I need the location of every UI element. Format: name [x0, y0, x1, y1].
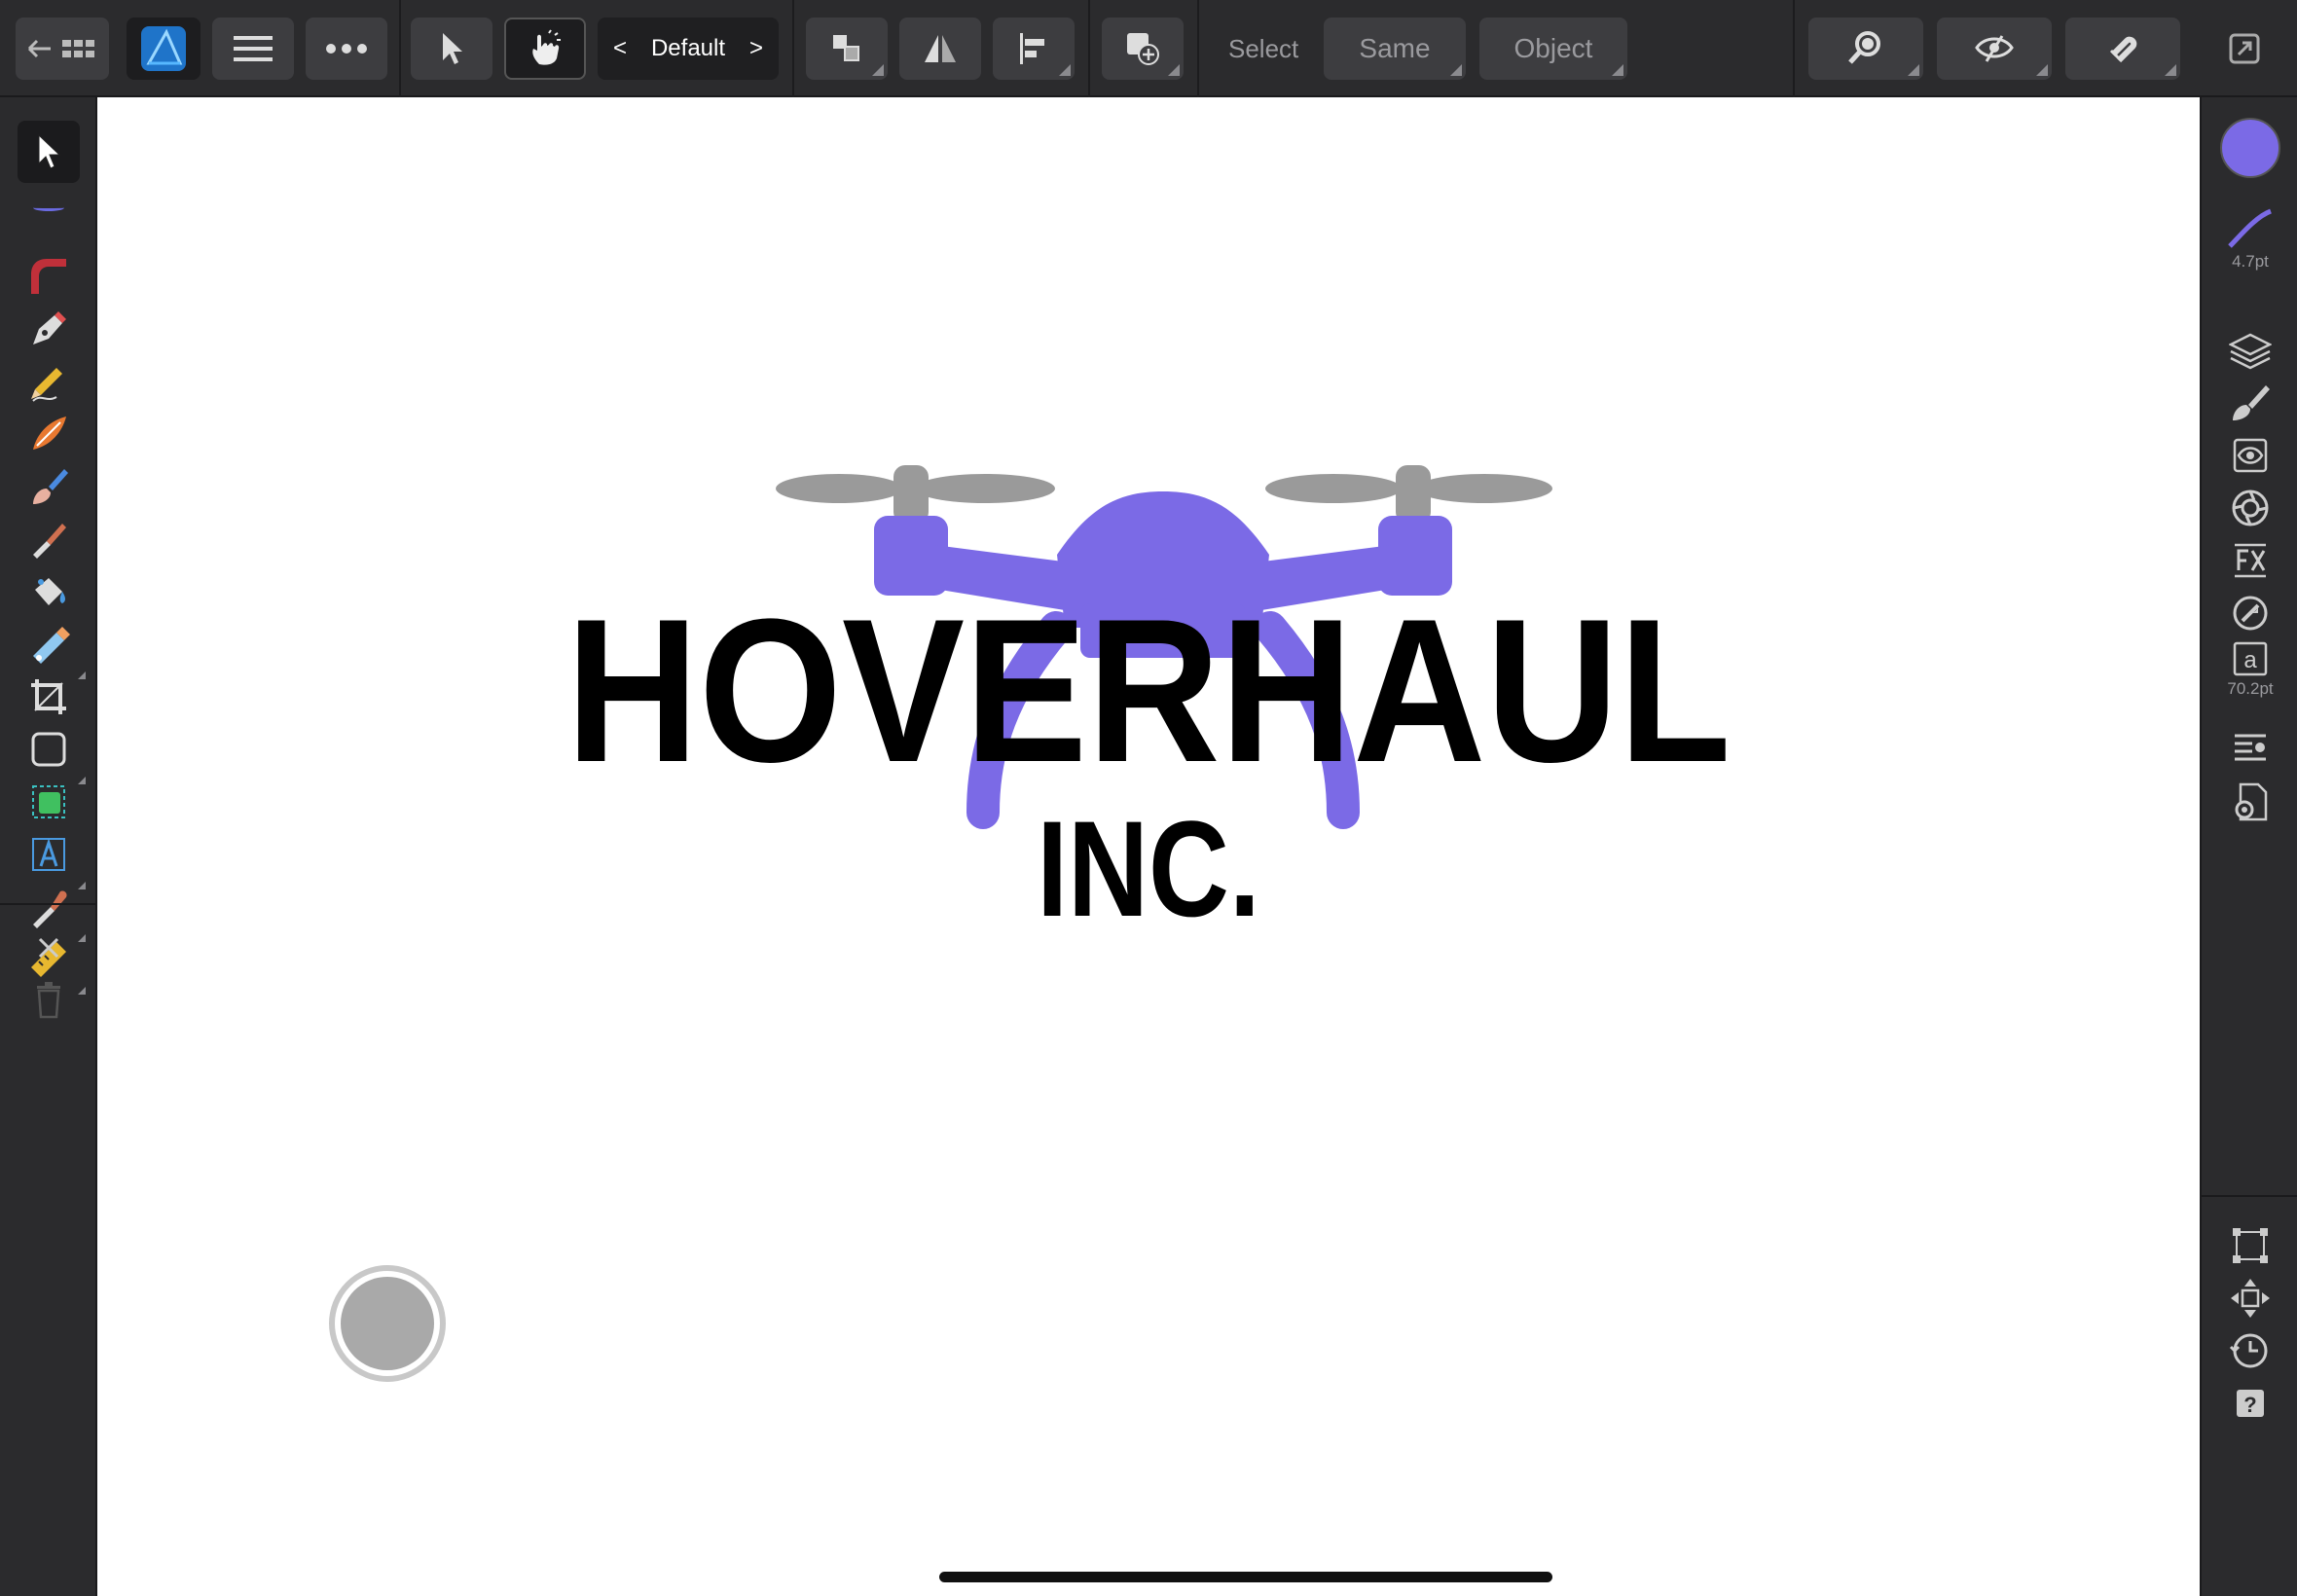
add-boolean-button[interactable] [1102, 18, 1184, 80]
propeller-left [776, 465, 1055, 524]
panel-divider [2202, 1195, 2297, 1197]
object-label: Object [1513, 33, 1593, 63]
brush-icon [2233, 385, 2270, 420]
studio-panel: 4.7pt a 70.2pt ? [2200, 97, 2297, 1596]
gradient-icon [33, 627, 70, 664]
touch-mode-button[interactable] [504, 18, 586, 80]
zoom-button[interactable] [1808, 18, 1923, 80]
magnet-icon [2109, 36, 2137, 63]
flip-horizontal-icon [925, 35, 956, 62]
close-icon [38, 937, 59, 959]
toolbar-divider [399, 0, 401, 97]
document-settings-button[interactable] [2219, 771, 2281, 833]
paint-brush-icon [33, 469, 68, 504]
menu-button[interactable] [212, 18, 294, 80]
tools-panel [0, 97, 97, 1596]
expand-icon [2229, 33, 2260, 64]
svg-text:a: a [2243, 647, 2257, 673]
align-button[interactable] [993, 18, 1075, 80]
delete-button[interactable] [18, 969, 80, 1032]
stroke-icon [2228, 208, 2273, 248]
snapping-button[interactable] [2065, 18, 2180, 80]
fill-color-swatch[interactable] [2219, 117, 2281, 179]
document-gear-icon [2235, 782, 2268, 821]
designer-persona-button[interactable] [127, 18, 201, 80]
paragraph-icon [2235, 734, 2266, 761]
hamburger-icon [234, 36, 273, 61]
scroll-hint [33, 204, 64, 211]
more-options-button[interactable] [306, 18, 387, 80]
ellipsis-icon [326, 44, 367, 54]
command-controller-inner [341, 1277, 434, 1370]
crop-icon [31, 679, 66, 714]
help-button[interactable]: ? [2219, 1372, 2281, 1434]
back-to-gallery-button[interactable] [16, 18, 109, 80]
persona-label: Default [650, 35, 726, 61]
text-size-label: 70.2pt [2227, 679, 2274, 698]
color-wheel-icon [2232, 490, 2269, 526]
stroke-style-icon [2233, 596, 2268, 631]
flip-button[interactable] [899, 18, 981, 80]
touch-hand-icon [532, 29, 561, 65]
fx-icon [2235, 543, 2266, 578]
command-controller-button[interactable] [329, 1265, 446, 1382]
history-clock-icon [2229, 1333, 2268, 1368]
transform-icon [2233, 1228, 2268, 1263]
svg-text:?: ? [2243, 1393, 2256, 1417]
persona-next-chevron-icon[interactable]: > [749, 35, 763, 62]
gallery-icon [27, 39, 94, 58]
selection-mode-button[interactable] [411, 18, 492, 80]
select-same-button[interactable]: Same [1324, 18, 1466, 80]
move-arrows-icon [2231, 1279, 2270, 1318]
persona-selector[interactable]: < Default > [598, 18, 779, 80]
toolbar-divider [1793, 0, 1795, 97]
align-left-icon [1020, 33, 1044, 64]
propeller-right [1265, 465, 1552, 524]
document-canvas[interactable]: HOVERHAUL INC. [97, 97, 2200, 1596]
text-styles-panel-button[interactable]: a 70.2pt [2219, 633, 2281, 707]
logo-title[interactable]: HOVERHAUL [202, 584, 2095, 798]
pencil-icon [31, 368, 62, 402]
paint-bucket-icon [35, 578, 65, 605]
pen-nib-icon [33, 311, 66, 345]
fill-color-circle [2220, 118, 2280, 178]
arrange-icon [833, 35, 859, 61]
move-tool[interactable] [18, 121, 80, 183]
layers-icon [2229, 333, 2272, 370]
magnifier-icon [1848, 31, 1880, 64]
vector-brush-icon [33, 417, 66, 450]
brush-icon [33, 524, 66, 559]
stroke-width-label: 4.7pt [2232, 252, 2269, 271]
help-icon: ? [2237, 1390, 2264, 1417]
place-image-icon [32, 785, 65, 818]
home-indicator [939, 1572, 1552, 1582]
add-shape-icon [1127, 33, 1159, 65]
corner-icon [31, 259, 66, 294]
appearance-icon [2233, 438, 2268, 473]
arrow-pointer-icon [443, 33, 462, 64]
text-icon [32, 838, 65, 871]
toolbar-divider [792, 0, 794, 97]
logo-subtitle[interactable]: INC. [286, 796, 2010, 942]
toolbar-divider [1197, 0, 1199, 97]
select-label: Select [1228, 34, 1299, 63]
arrow-pointer-icon [38, 133, 61, 169]
persona-prev-chevron-icon[interactable]: < [613, 35, 627, 62]
toolbar-divider [1088, 0, 1090, 97]
top-toolbar: < Default > Select Same Object [0, 0, 2297, 97]
toolbar-divider [0, 903, 97, 905]
fullscreen-button[interactable] [2225, 29, 2264, 68]
rounded-rectangle-icon [31, 732, 66, 767]
eye-icon [1975, 35, 2014, 62]
same-label: Same [1359, 33, 1431, 63]
text-box-icon: a [2233, 641, 2268, 676]
affinity-designer-icon [141, 26, 186, 71]
trash-icon [37, 982, 60, 1019]
view-mode-button[interactable] [1937, 18, 2052, 80]
arrange-button[interactable] [806, 18, 888, 80]
select-object-button[interactable]: Object [1479, 18, 1627, 80]
stroke-swatch[interactable]: 4.7pt [2219, 195, 2281, 284]
